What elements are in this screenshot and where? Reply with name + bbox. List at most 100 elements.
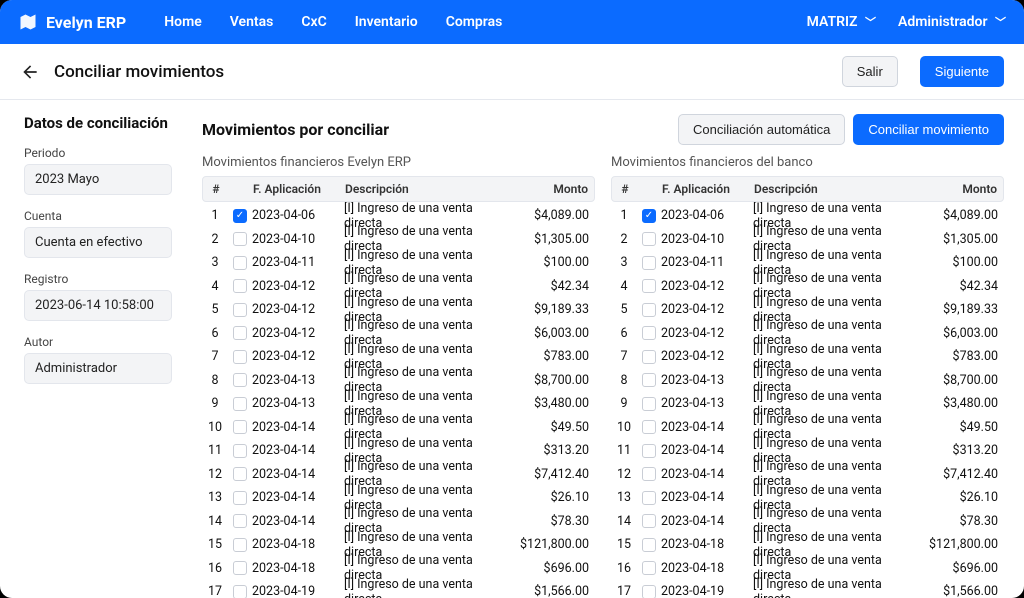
erp-table-header: # F. Aplicación Descripción Monto: [202, 176, 595, 202]
row-amount: $78.30: [509, 514, 595, 529]
row-checkbox[interactable]: [233, 538, 247, 552]
row-checkbox[interactable]: [233, 444, 247, 458]
col-num-header: #: [612, 182, 638, 196]
row-checkbox[interactable]: [642, 373, 656, 387]
row-amount: $1,305.00: [509, 232, 595, 247]
row-checkbox[interactable]: [233, 303, 247, 317]
row-number: 17: [611, 584, 637, 598]
row-checkbox[interactable]: [642, 397, 656, 411]
nav-link-cxc[interactable]: CxC: [301, 14, 326, 30]
row-checkbox[interactable]: [642, 209, 656, 223]
row-number: 17: [202, 584, 228, 598]
row-checkbox[interactable]: [642, 303, 656, 317]
row-date: 2023-04-12: [252, 302, 344, 317]
row-checkbox[interactable]: [233, 491, 247, 505]
row-amount: $3,480.00: [509, 396, 595, 411]
row-date: 2023-04-14: [252, 514, 344, 529]
row-checkbox[interactable]: [233, 256, 247, 270]
row-amount: $49.50: [509, 420, 595, 435]
autor-label: Autor: [24, 335, 172, 349]
nav-link-compras[interactable]: Compras: [446, 14, 503, 30]
sidebar-heading: Datos de conciliación: [24, 114, 172, 132]
row-date: 2023-04-06: [661, 208, 753, 223]
branch-label: MATRIZ: [807, 14, 858, 30]
row-checkbox[interactable]: [233, 561, 247, 575]
bank-table-caption: Movimientos financieros del banco: [611, 155, 1004, 170]
registro-field[interactable]: 2023-06-14 10:58:00: [24, 290, 172, 321]
exit-button[interactable]: Salir: [842, 56, 898, 87]
row-checkbox[interactable]: [233, 232, 247, 246]
row-number: 10: [611, 420, 637, 435]
row-checkbox[interactable]: [233, 326, 247, 340]
row-amount: $783.00: [509, 349, 595, 364]
row-checkbox[interactable]: [233, 209, 247, 223]
nav-link-home[interactable]: Home: [164, 14, 202, 30]
row-checkbox[interactable]: [642, 538, 656, 552]
row-amount: $49.50: [918, 420, 1004, 435]
row-checkbox[interactable]: [233, 373, 247, 387]
autor-field[interactable]: Administrador: [24, 353, 172, 384]
col-monto-header: Monto: [917, 182, 1003, 196]
row-checkbox[interactable]: [642, 420, 656, 434]
row-checkbox[interactable]: [233, 585, 247, 598]
row-checkbox[interactable]: [233, 397, 247, 411]
row-checkbox[interactable]: [642, 444, 656, 458]
row-checkbox[interactable]: [642, 561, 656, 575]
periodo-label: Periodo: [24, 146, 172, 160]
reconcile-movement-button[interactable]: Conciliar movimiento: [853, 114, 1004, 145]
row-amount: $42.34: [918, 279, 1004, 294]
row-number: 12: [202, 467, 228, 482]
cuenta-field[interactable]: Cuenta en efectivo: [24, 227, 172, 258]
row-amount: $3,480.00: [918, 396, 1004, 411]
row-amount: $9,189.33: [918, 302, 1004, 317]
brand-logo-icon: [18, 12, 38, 32]
brand[interactable]: Evelyn ERP: [18, 12, 126, 32]
row-amount: $8,700.00: [509, 373, 595, 388]
row-checkbox[interactable]: [642, 279, 656, 293]
row-checkbox[interactable]: [642, 326, 656, 340]
row-checkbox[interactable]: [233, 350, 247, 364]
row-date: 2023-04-14: [252, 490, 344, 505]
periodo-field[interactable]: 2023 Mayo: [24, 164, 172, 195]
row-amount: $42.34: [509, 279, 595, 294]
row-amount: $696.00: [509, 561, 595, 576]
row-number: 2: [202, 232, 228, 247]
nav-link-inventario[interactable]: Inventario: [355, 14, 418, 30]
row-date: 2023-04-12: [661, 326, 753, 341]
row-number: 10: [202, 420, 228, 435]
brand-name: Evelyn ERP: [46, 13, 126, 32]
row-number: 14: [611, 514, 637, 529]
row-number: 15: [202, 537, 228, 552]
row-checkbox[interactable]: [642, 256, 656, 270]
row-checkbox[interactable]: [642, 350, 656, 364]
row-checkbox[interactable]: [642, 514, 656, 528]
user-dropdown[interactable]: Administrador ﹀: [898, 14, 1006, 30]
row-date: 2023-04-18: [661, 537, 753, 552]
bank-table-row[interactable]: 172023-04-19[I] Ingreso de una venta dir…: [611, 580, 1004, 598]
auto-reconcile-button[interactable]: Conciliación automática: [678, 114, 845, 145]
row-description: [I] Ingreso de una venta directa: [344, 577, 509, 598]
row-amount: $26.10: [509, 490, 595, 505]
nav-link-ventas[interactable]: Ventas: [230, 14, 274, 30]
row-number: 3: [611, 255, 637, 270]
row-date: 2023-04-10: [252, 232, 344, 247]
branch-dropdown[interactable]: MATRIZ ﹀: [807, 14, 876, 30]
registro-label: Registro: [24, 272, 172, 286]
row-checkbox[interactable]: [233, 514, 247, 528]
next-button[interactable]: Siguiente: [920, 56, 1004, 87]
row-checkbox[interactable]: [233, 467, 247, 481]
back-button[interactable]: [20, 62, 40, 82]
row-number: 5: [202, 302, 228, 317]
erp-table-row[interactable]: 172023-04-19[I] Ingreso de una venta dir…: [202, 580, 595, 598]
row-checkbox[interactable]: [233, 279, 247, 293]
user-label: Administrador: [898, 14, 988, 30]
row-checkbox[interactable]: [233, 420, 247, 434]
row-checkbox[interactable]: [642, 232, 656, 246]
col-fecha-header: F. Aplicación: [253, 182, 345, 196]
row-checkbox[interactable]: [642, 491, 656, 505]
row-number: 16: [611, 561, 637, 576]
row-number: 13: [202, 490, 228, 505]
row-date: 2023-04-14: [661, 490, 753, 505]
row-checkbox[interactable]: [642, 467, 656, 481]
row-checkbox[interactable]: [642, 585, 656, 598]
